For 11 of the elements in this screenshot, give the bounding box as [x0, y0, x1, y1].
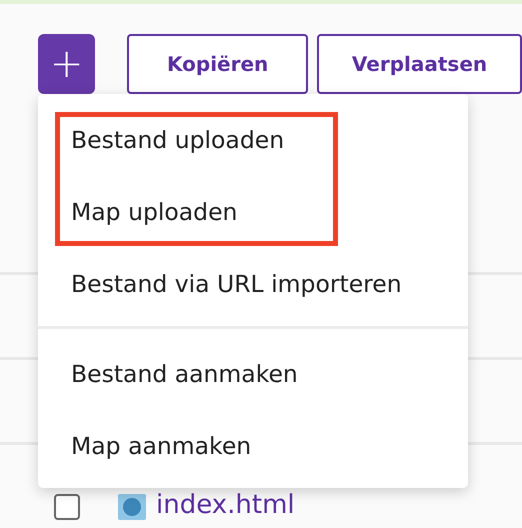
- menu-item[interactable]: Bestand via URL importeren: [38, 248, 468, 320]
- add-button[interactable]: +: [38, 34, 96, 94]
- menu-item[interactable]: Bestand aanmaken: [38, 338, 468, 410]
- copy-button[interactable]: Kopiëren: [127, 34, 308, 94]
- checkbox[interactable]: [54, 494, 80, 520]
- file-name[interactable]: index.html: [156, 490, 295, 520]
- move-button[interactable]: Verplaatsen: [317, 34, 522, 94]
- menu-item[interactable]: Map uploaden: [38, 176, 468, 248]
- web-file-icon: [118, 494, 146, 520]
- menu-item[interactable]: Map aanmaken: [38, 410, 468, 482]
- menu-item[interactable]: Bestand uploaden: [38, 104, 468, 176]
